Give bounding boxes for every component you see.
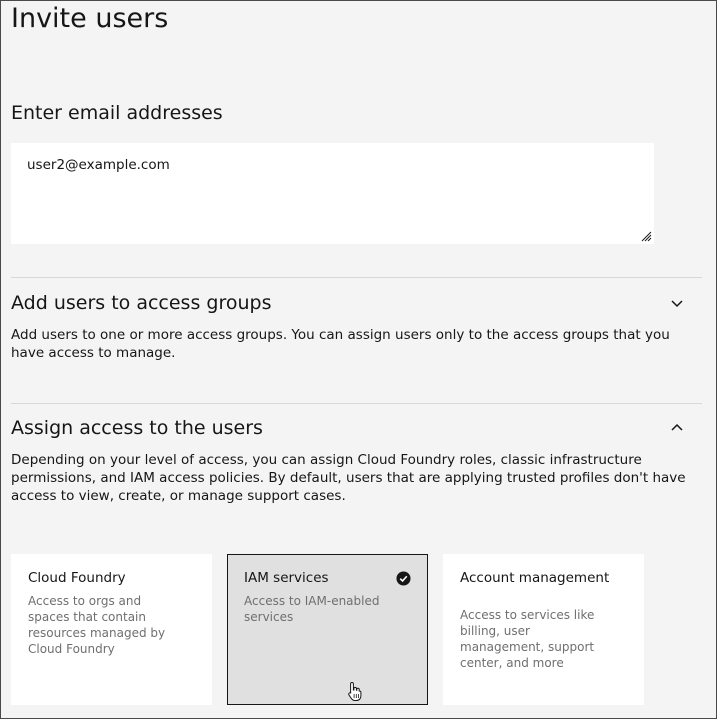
email-textarea[interactable]: user2@example.com: [11, 143, 654, 244]
tile-description: Access to IAM-enabled services: [244, 594, 380, 624]
tile-title: Account management: [460, 570, 610, 586]
assign-access-description: Depending on your level of access, you c…: [11, 452, 686, 504]
checkmark-filled-icon: [396, 571, 411, 586]
tile-cloud-foundry[interactable]: Cloud Foundry Access to orgs and spaces …: [11, 554, 212, 705]
email-section-label: Enter email addresses: [11, 102, 223, 124]
tile-account-management[interactable]: Account management Access to services li…: [443, 554, 644, 705]
hand-cursor-icon: [348, 681, 362, 701]
tile-description: Access to orgs and spaces that contain r…: [28, 594, 166, 656]
tile-title: IAM services: [244, 570, 329, 586]
access-groups-description: Add users to one or more access groups. …: [11, 327, 670, 361]
chevron-up-icon[interactable]: [669, 420, 685, 436]
assign-access-header[interactable]: Assign access to the users: [11, 415, 263, 441]
invite-users-panel: Invite users Enter email addresses user2…: [0, 0, 717, 719]
access-groups-header[interactable]: Add users to access groups: [11, 290, 271, 316]
page-title: Invite users: [11, 3, 169, 34]
resize-handle-icon[interactable]: [641, 231, 652, 242]
tile-description: Access to services like billing, user ma…: [460, 608, 595, 670]
email-value: user2@example.com: [27, 157, 170, 173]
chevron-down-icon[interactable]: [669, 295, 685, 311]
divider: [11, 277, 702, 278]
divider: [11, 403, 702, 404]
tile-title: Cloud Foundry: [28, 570, 126, 586]
tile-iam-services[interactable]: IAM services Access to IAM-enabled servi…: [227, 554, 428, 705]
